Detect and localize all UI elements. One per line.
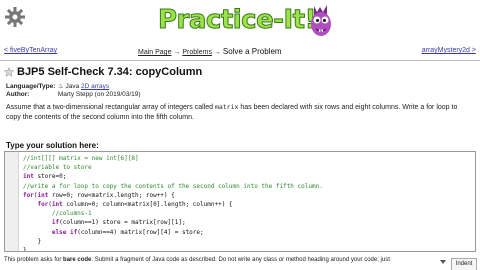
breadcrumb-arrow: → <box>173 49 181 56</box>
code-line[interactable]: } <box>23 237 473 246</box>
java-icon: ♨ <box>57 83 64 90</box>
problem-title: BJP5 Self-Check 7.34: copyColumn <box>17 66 203 78</box>
code-line[interactable]: //write a for loop to copy the contents … <box>23 182 473 191</box>
code-token: (column==1) store = matrix[row][1]; <box>59 219 186 227</box>
code-line[interactable]: for(int column=0; column<matrix[0].lengt… <box>23 200 473 209</box>
breadcrumb-problems[interactable]: Problems <box>182 49 212 56</box>
footer-bare-code: bare code <box>63 257 92 263</box>
code-token: } <box>23 247 27 251</box>
problem-title-row: BJP5 Self-Check 7.34: copyColumn <box>4 65 202 79</box>
footer-text-1: This problem asks for <box>4 257 64 263</box>
language-row: Language/Type: ♨ Java 2D arrays <box>6 83 141 91</box>
desc-text-1: Assume that a two-dimensional rectangula… <box>6 104 215 111</box>
code-token: row=0; row<matrix.length; row++) { <box>48 191 175 199</box>
code-token: //variable to store <box>23 164 92 172</box>
problem-description: Assume that a two-dimensional rectangula… <box>6 103 472 122</box>
problem-meta: Language/Type: ♨ Java 2D arrays Author: … <box>6 83 141 99</box>
navigation-row: < fiveByTenArray Main Page → Problems → … <box>0 47 480 59</box>
prev-problem-link[interactable]: < fiveByTenArray <box>4 47 57 54</box>
code-line[interactable]: for(int row=0; row<matrix.length; row++)… <box>23 191 473 200</box>
code-line[interactable]: else if(column==4) matrix[row][4] = stor… <box>23 228 473 237</box>
breadcrumb-main-page[interactable]: Main Page <box>138 49 171 56</box>
practice-it-page: Practice-It! < fiveByTenArray Main Page … <box>0 0 480 270</box>
code-token: int <box>51 201 63 209</box>
dropdown-arrow-icon[interactable] <box>440 260 446 264</box>
author-value: Marty Stepp (on 2019/03/19) <box>57 91 141 98</box>
code-token: //int[][] matrix = new int[6][8] <box>23 155 139 162</box>
footer-text-2: . Submit a fragment of Java code as desc… <box>91 257 390 263</box>
code-token: //columns-1 <box>23 210 92 218</box>
next-problem-link[interactable]: arrayMystery2d > <box>422 47 476 54</box>
code-editor[interactable]: //int[][] matrix = new int[6][8] //variab… <box>4 151 476 252</box>
indent-button[interactable]: Indent <box>451 258 477 270</box>
divider <box>0 60 480 61</box>
site-logo[interactable]: Practice-It! <box>158 4 317 36</box>
code-line[interactable]: int store=0; <box>23 172 473 181</box>
top-banner: Practice-It! <box>0 0 480 42</box>
breadcrumb-arrow: → <box>213 49 221 56</box>
author-label: Author: <box>6 91 30 98</box>
mascot-icon <box>311 5 331 36</box>
code-line[interactable]: } <box>23 246 473 251</box>
code-token: //write a for loop to copy the contents … <box>23 182 323 190</box>
instructions-footer: This problem asks for bare code. Submit … <box>4 257 390 263</box>
code-token: int <box>23 173 34 181</box>
code-token: store=0; <box>33 173 67 181</box>
code-token: (column==4) matrix[row][4] = store; <box>77 228 204 236</box>
code-line[interactable]: //columns-1 <box>23 209 473 218</box>
gear-icon[interactable] <box>4 6 26 28</box>
code-token: int <box>37 191 49 199</box>
language-label: Language/Type: <box>6 83 56 90</box>
code-token: for <box>23 191 34 199</box>
code-line[interactable]: //variable to store <box>23 163 473 172</box>
code-line[interactable]: //int[][] matrix = new int[6][8] <box>23 154 473 163</box>
breadcrumb-current: Solve a Problem <box>222 47 282 56</box>
language-value: Java <box>65 83 80 90</box>
code-token: column=0; column<matrix[0].length; colum… <box>62 201 233 209</box>
code-token: } <box>23 237 42 245</box>
author-row: Author: Marty Stepp (on 2019/03/19) <box>6 91 141 99</box>
code-text-area[interactable]: //int[][] matrix = new int[6][8] //variab… <box>23 154 473 251</box>
desc-code-matrix: matrix <box>214 103 239 111</box>
star-icon[interactable] <box>4 67 14 77</box>
language-topic-link[interactable]: 2D arrays <box>81 83 109 90</box>
code-line[interactable]: if(column==1) store = matrix[row][1]; <box>23 218 473 227</box>
editor-gutter <box>5 152 19 251</box>
solution-label: Type your solution here: <box>6 141 99 150</box>
code-token: else if <box>51 228 78 236</box>
breadcrumb: Main Page → Problems → Solve a Problem <box>138 47 282 56</box>
code-token: for <box>37 201 49 209</box>
